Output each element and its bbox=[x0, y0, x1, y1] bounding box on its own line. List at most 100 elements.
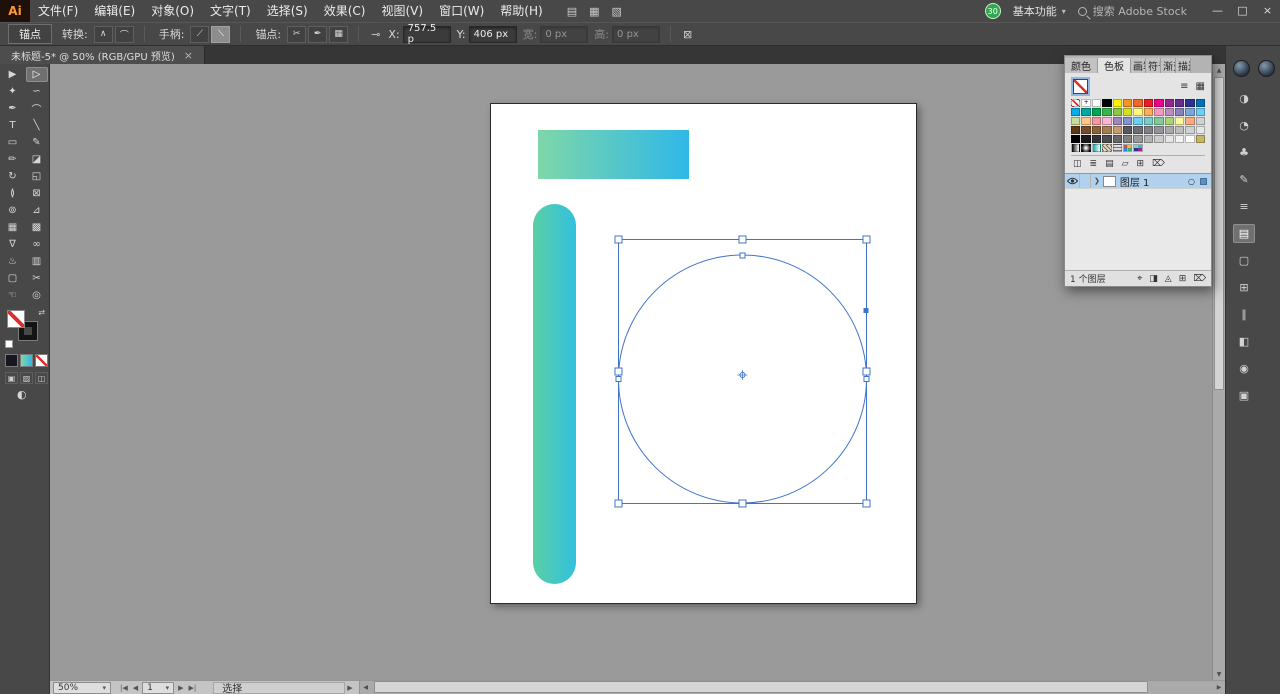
document-tab[interactable]: 未标题-5* @ 50% (RGB/GPU 预览) × bbox=[0, 46, 205, 64]
swatch[interactable] bbox=[1122, 99, 1133, 107]
zoom-level-select[interactable]: 50% ▾ bbox=[53, 681, 111, 694]
anchor-point-left[interactable] bbox=[615, 376, 622, 382]
swatch[interactable] bbox=[1102, 108, 1112, 116]
symbols-panel-icon[interactable]: ♣ bbox=[1233, 143, 1255, 162]
swatch[interactable] bbox=[1154, 135, 1164, 143]
swatch[interactable] bbox=[1091, 99, 1102, 107]
fill-color-swatch[interactable] bbox=[7, 310, 25, 328]
hand-tool[interactable]: ☜ bbox=[2, 288, 24, 303]
scroll-up-icon[interactable]: ▲ bbox=[1213, 64, 1225, 76]
tab-swatches[interactable]: 色板 bbox=[1098, 58, 1131, 73]
convert-to-corner-icon[interactable]: ∧ bbox=[93, 25, 113, 43]
maximize-button[interactable]: □ bbox=[1230, 0, 1255, 22]
app-logo[interactable]: Ai bbox=[0, 0, 30, 22]
swatch-grad-radial[interactable] bbox=[1081, 144, 1091, 152]
gradient-button[interactable] bbox=[20, 354, 33, 367]
status-menu-arrow-icon[interactable]: ▶ bbox=[347, 684, 352, 692]
vertical-scroll-thumb[interactable] bbox=[1214, 77, 1224, 390]
tab-close-icon[interactable]: × bbox=[184, 49, 193, 62]
swatch[interactable] bbox=[1071, 126, 1081, 134]
hide-handles-icon[interactable]: ⟍ bbox=[211, 25, 231, 43]
swatch-pat-lines[interactable] bbox=[1102, 144, 1112, 152]
swatch[interactable] bbox=[1071, 135, 1081, 143]
tab-symbols[interactable]: 符号 bbox=[1146, 58, 1161, 73]
width-tool[interactable]: ≬ bbox=[2, 186, 24, 201]
locate-object-icon[interactable]: ⌖ bbox=[1137, 274, 1142, 284]
graphic-styles-panel-icon[interactable]: ▣ bbox=[1233, 386, 1255, 405]
transform-panel-icon[interactable]: ⊞ bbox=[1233, 278, 1255, 297]
first-artboard-button[interactable]: |◀ bbox=[119, 684, 129, 692]
swatch[interactable] bbox=[1185, 108, 1195, 116]
swatch-options-icon[interactable]: ▤ bbox=[1105, 159, 1114, 169]
default-fill-stroke-icon[interactable] bbox=[5, 340, 13, 348]
color-panel-icon[interactable]: ◑ bbox=[1233, 89, 1255, 108]
swatch[interactable] bbox=[1143, 117, 1154, 125]
swatch[interactable] bbox=[1112, 108, 1122, 116]
menu-item[interactable]: 效果(C) bbox=[316, 0, 374, 22]
swatch[interactable] bbox=[1195, 108, 1206, 116]
swatch[interactable] bbox=[1102, 117, 1112, 125]
selection-handle-sw[interactable] bbox=[614, 499, 623, 508]
swatch-group-a[interactable] bbox=[1122, 144, 1133, 152]
swatch[interactable] bbox=[1081, 108, 1091, 116]
swatch[interactable] bbox=[1091, 108, 1102, 116]
show-handles-icon[interactable]: ⟋ bbox=[190, 25, 210, 43]
change-screen-mode-icon[interactable]: ◐ bbox=[17, 388, 27, 401]
swatch[interactable] bbox=[1185, 117, 1195, 125]
pencil-tool[interactable]: ✏ bbox=[2, 152, 24, 167]
swatch[interactable] bbox=[1122, 117, 1133, 125]
fill-stroke-control[interactable]: ⇄ bbox=[5, 308, 45, 348]
menu-item[interactable]: 视图(V) bbox=[373, 0, 431, 22]
swatch[interactable] bbox=[1112, 117, 1122, 125]
disclosure-arrow-icon[interactable]: ❯ bbox=[1091, 177, 1103, 185]
swatch[interactable] bbox=[1122, 126, 1133, 134]
magic-wand-tool[interactable]: ✦ bbox=[2, 84, 24, 99]
layer-row[interactable]: ❯ 图层 1 ○ bbox=[1065, 174, 1211, 189]
tab-stroke[interactable]: 描边 bbox=[1176, 58, 1191, 73]
menu-item[interactable]: 选择(S) bbox=[259, 0, 316, 22]
menu-item[interactable]: 文件(F) bbox=[30, 0, 86, 22]
color-themes-icon[interactable] bbox=[1233, 60, 1250, 77]
scroll-left-icon[interactable]: ◀ bbox=[360, 684, 372, 691]
layer-target-icon[interactable]: ○ bbox=[1188, 177, 1195, 186]
menu-item[interactable]: 编辑(E) bbox=[86, 0, 143, 22]
swatch[interactable] bbox=[1122, 108, 1133, 116]
y-input[interactable]: 406 px bbox=[468, 25, 517, 43]
blend-tool[interactable]: ∞ bbox=[26, 237, 48, 252]
swatch[interactable] bbox=[1112, 126, 1122, 134]
selection-tool[interactable]: ▶ bbox=[2, 67, 24, 82]
swatch-kinds-icon[interactable]: ≣ bbox=[1090, 159, 1098, 169]
perspective-grid-tool[interactable]: ⊿ bbox=[26, 203, 48, 218]
next-artboard-button[interactable]: ▶ bbox=[177, 684, 184, 692]
swatch[interactable] bbox=[1174, 108, 1185, 116]
panel-menu-icon[interactable]: ≡ bbox=[1180, 81, 1188, 92]
swatch[interactable] bbox=[1174, 99, 1185, 107]
direct-selection-tool[interactable]: ▷ bbox=[25, 67, 48, 82]
swatch[interactable] bbox=[1143, 135, 1154, 143]
swatch[interactable] bbox=[1081, 117, 1091, 125]
selection-handle-e[interactable] bbox=[862, 367, 871, 376]
swatch[interactable] bbox=[1185, 126, 1195, 134]
eyedropper-tool[interactable]: ∇ bbox=[2, 237, 24, 252]
menu-item[interactable]: 对象(O) bbox=[143, 0, 202, 22]
lasso-tool[interactable]: ∽ bbox=[26, 84, 48, 99]
delete-layer-icon[interactable]: ⌦ bbox=[1193, 274, 1206, 284]
scroll-right-icon[interactable]: ▶ bbox=[1213, 684, 1225, 691]
selection-handle-se[interactable] bbox=[862, 499, 871, 508]
artboards-panel-icon[interactable]: ▢ bbox=[1233, 251, 1255, 270]
swatch[interactable] bbox=[1154, 117, 1164, 125]
swatch[interactable] bbox=[1154, 99, 1164, 107]
cc-libraries-icon[interactable] bbox=[1258, 60, 1275, 77]
align-panel-icon[interactable]: ∥ bbox=[1233, 305, 1255, 324]
swap-fill-stroke-icon[interactable]: ⇄ bbox=[38, 308, 45, 317]
swatch[interactable] bbox=[1133, 117, 1143, 125]
none-swatch-selected[interactable] bbox=[1073, 78, 1088, 94]
zoom-tool[interactable]: ◎ bbox=[26, 288, 48, 303]
swatch[interactable] bbox=[1185, 99, 1195, 107]
swatch[interactable] bbox=[1164, 135, 1174, 143]
horizontal-scrollbar[interactable]: ◀ ▶ bbox=[358, 680, 1225, 694]
x-input[interactable]: 757.5 p bbox=[402, 23, 451, 45]
artboard-number-select[interactable]: 1 ▾ bbox=[142, 681, 175, 694]
connect-anchors-icon[interactable]: ✒ bbox=[308, 25, 328, 43]
make-clipping-mask-icon[interactable]: ◨ bbox=[1149, 274, 1158, 284]
